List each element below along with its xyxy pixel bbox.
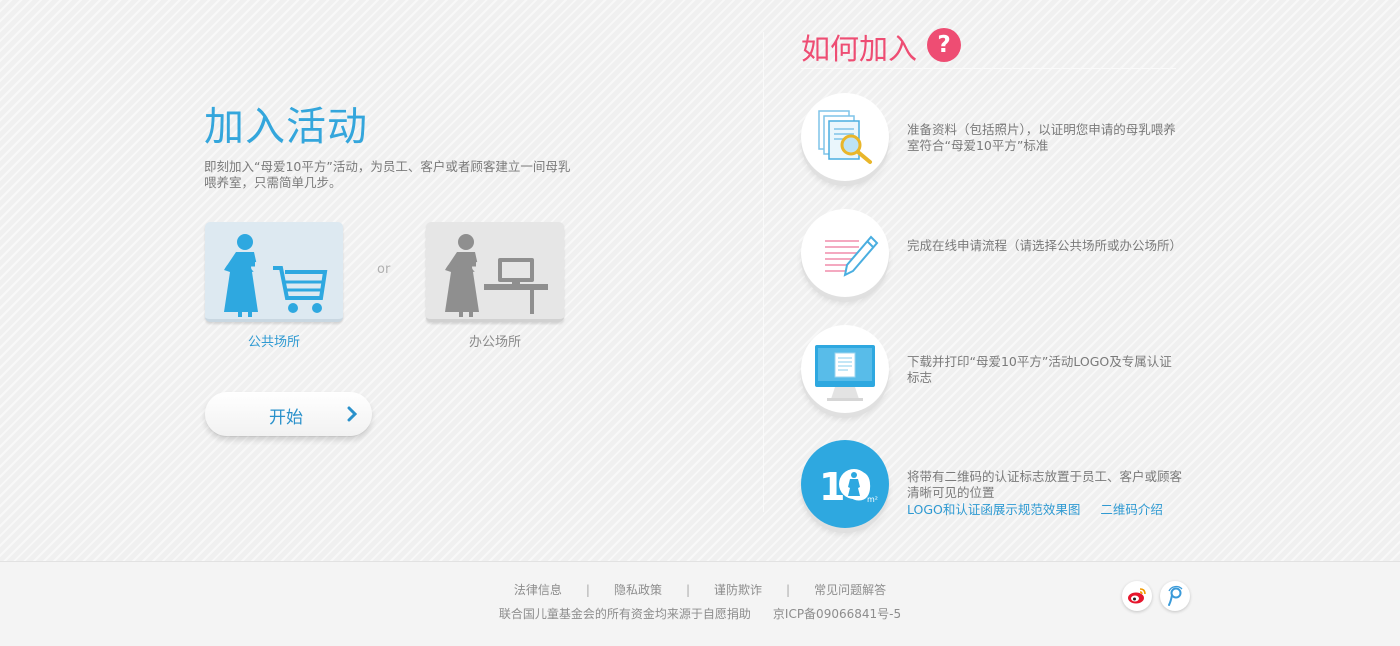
start-button-label: 开始 bbox=[269, 408, 303, 428]
public-venue-label[interactable]: 公共场所 bbox=[205, 331, 343, 350]
mother-desk-icon bbox=[445, 234, 548, 317]
start-button[interactable]: 开始 bbox=[205, 392, 372, 436]
footer-links: 法律信息 | 隐私政策 | 谨防欺诈 | 常见问题解答 bbox=[0, 581, 1400, 598]
step-4-links: LOGO和认证函展示规范效果图 二维码介绍 bbox=[907, 499, 1163, 518]
monitor-print-icon bbox=[815, 345, 875, 401]
step-3-text: 下载并打印“母爱10平方”活动LOGO及专属认证标志 bbox=[907, 354, 1172, 385]
join-description: 即刻加入“母爱10平方”活动，为员工、客户或者顾客建立一间母乳喂养室，只需简单几… bbox=[204, 159, 571, 190]
footer-separator: | bbox=[585, 583, 590, 597]
tencent-weibo-button[interactable] bbox=[1160, 581, 1190, 611]
footer: 法律信息 | 隐私政策 | 谨防欺诈 | 常见问题解答 联合国儿童基金会的所有资金均来源于自… bbox=[0, 561, 1400, 646]
step-2-text: 完成在线申请流程（请选择公共场所或办公场所） bbox=[907, 238, 1183, 253]
footer-link-legal[interactable]: 法律信息 bbox=[514, 583, 562, 597]
join-title: 加入活动 bbox=[204, 104, 368, 150]
step-2-icon-circle bbox=[801, 209, 889, 297]
public-venue-card[interactable] bbox=[205, 222, 343, 322]
tencent-weibo-icon bbox=[1168, 585, 1183, 606]
icp-number: 京ICP备09066841号-5 bbox=[772, 607, 902, 621]
footer-copyright: 联合国儿童基金会的所有资金均来源于自愿捐助 京ICP备09066841号-5 bbox=[0, 605, 1400, 622]
footer-separator: | bbox=[685, 583, 691, 597]
chevron-right-icon bbox=[347, 406, 358, 422]
logo-display-guide-link[interactable]: LOGO和认证函展示规范效果图 bbox=[907, 502, 1080, 517]
mother-cart-icon bbox=[224, 234, 328, 317]
how-to-join-title: 如何加入 bbox=[801, 32, 918, 66]
footer-separator: | bbox=[786, 583, 791, 597]
documents-search-icon bbox=[818, 110, 872, 164]
footer-link-fraud[interactable]: 谨防欺诈 bbox=[714, 583, 762, 597]
qr-code-intro-link[interactable]: 二维码介绍 bbox=[1100, 502, 1163, 517]
step-4-text: 将带有二维码的认证标志放置于员工、客户或顾客清晰可见的位置 bbox=[907, 469, 1183, 500]
question-icon: ? bbox=[927, 28, 961, 62]
office-venue-card[interactable] bbox=[426, 222, 564, 322]
weibo-button[interactable] bbox=[1122, 581, 1152, 611]
weibo-icon bbox=[1128, 588, 1146, 604]
office-venue-label[interactable]: 办公场所 bbox=[426, 331, 564, 350]
ten-square-logo-icon: 10 m² bbox=[819, 465, 878, 509]
or-label: or bbox=[377, 262, 391, 277]
step-1-icon-circle bbox=[801, 93, 889, 181]
main-content: 加入活动 即刻加入“母爱10平方”活动，为员工、客户或者顾客建立一间母乳喂养室，… bbox=[0, 0, 1400, 561]
footer-link-faq[interactable]: 常见问题解答 bbox=[814, 583, 886, 597]
step-1-text: 准备资料（包括照片），以证明您申请的母乳喂养室符合“母爱10平方”标准 bbox=[907, 122, 1176, 153]
vertical-divider bbox=[763, 32, 764, 512]
step-3-icon-circle bbox=[801, 325, 889, 413]
logo-unit: m² bbox=[867, 495, 878, 504]
step-4-icon-circle: 10 m² bbox=[801, 440, 889, 528]
form-pencil-icon bbox=[825, 235, 879, 277]
copyright-text: 联合国儿童基金会的所有资金均来源于自愿捐助 bbox=[498, 607, 751, 621]
footer-link-privacy[interactable]: 隐私政策 bbox=[614, 583, 662, 597]
title-underline bbox=[801, 68, 1176, 69]
